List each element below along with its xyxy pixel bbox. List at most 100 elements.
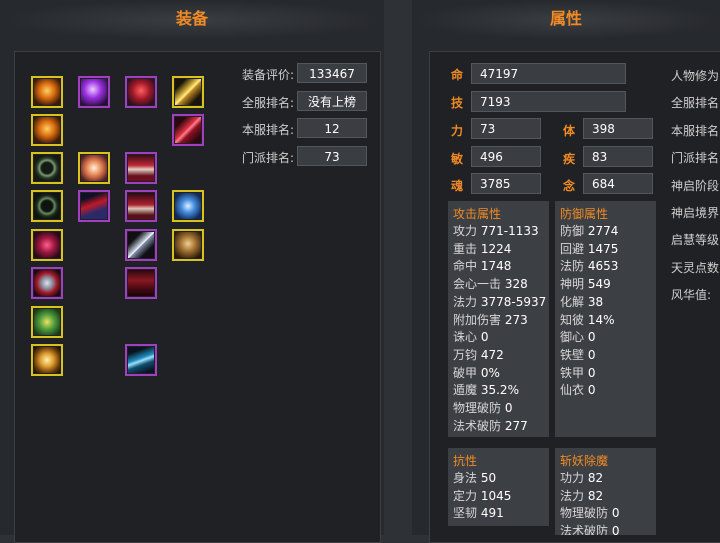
equipment-slot[interactable] xyxy=(31,114,63,146)
stat-value: 491 xyxy=(480,506,504,521)
stat-value: 0 xyxy=(587,330,596,345)
stat-value: 14% xyxy=(587,312,615,327)
defense-stats-block: 防御属性 防御 2774 回避 1475 法防 4653 神明 549 化解 38 知彼 … xyxy=(555,201,656,437)
equipment-slot[interactable] xyxy=(125,76,157,108)
stat-row: 防御 2774 xyxy=(560,222,618,239)
stat-row: 神明 549 xyxy=(560,275,611,292)
equipment-slot[interactable] xyxy=(31,190,63,222)
equipment-slot[interactable] xyxy=(172,190,204,222)
stat-key: 仙衣 xyxy=(560,383,585,398)
equipment-slot[interactable] xyxy=(125,229,157,261)
dagger-ring-icon xyxy=(34,270,60,296)
stat-row: 法力 82 xyxy=(560,487,603,504)
stat-key: 功力 xyxy=(560,471,585,485)
rating-label: 装备评价: xyxy=(241,68,294,82)
equipment-slot[interactable] xyxy=(31,76,63,108)
stat-value: 1748 xyxy=(480,259,512,274)
stat-row: 定力 1045 xyxy=(453,487,511,504)
stat-row: 攻力 771-1133 xyxy=(453,222,539,239)
equipment-slot[interactable] xyxy=(172,76,204,108)
stat-key: 会心一击 xyxy=(453,277,502,292)
butterfly-wing-icon xyxy=(81,155,107,181)
stat-value: 4653 xyxy=(587,259,619,274)
resist-stats-title: 抗性 xyxy=(453,454,478,468)
red-gauntlet-icon xyxy=(128,193,154,219)
stat-key: 附加伤害 xyxy=(453,312,502,327)
stat-row: 万钧 472 xyxy=(453,346,504,363)
server-rank-local-value: 12 xyxy=(297,118,367,138)
stat-row: 仙衣 0 xyxy=(560,381,595,398)
red-helm-icon xyxy=(128,79,154,105)
stat-key: 法术破防 xyxy=(453,418,502,433)
stat-row: 命中 1748 xyxy=(453,257,511,274)
equipment-slot[interactable] xyxy=(125,152,157,184)
attr-value-soul: 3785 xyxy=(471,173,541,194)
equipment-slot[interactable] xyxy=(125,344,157,376)
stat-key: 御心 xyxy=(560,330,585,345)
server-rank-local-label: 本服排名: xyxy=(241,123,294,137)
attr-key-body: 体 xyxy=(563,124,576,138)
stat-value: 0 xyxy=(480,330,489,345)
stat-row: 遁魔 35.2% xyxy=(453,381,519,398)
stat-value: 38 xyxy=(587,294,604,309)
stat-value: 82 xyxy=(587,471,604,485)
stat-key: 破甲 xyxy=(453,365,478,380)
stat-key: 攻力 xyxy=(453,224,478,238)
stat-row: 功力 82 xyxy=(560,469,603,486)
equipment-slot[interactable] xyxy=(78,152,110,184)
equipment-slot[interactable] xyxy=(31,152,63,184)
defense-stats-title: 防御属性 xyxy=(560,207,609,221)
stat-value: 273 xyxy=(504,312,528,327)
demon-stats-title: 斩妖除魔 xyxy=(560,454,609,468)
attr-key-mind: 念 xyxy=(563,179,576,193)
equipment-slot[interactable] xyxy=(78,190,110,222)
cultivation-label: 人物修为 xyxy=(671,69,720,83)
stat-row: 物理破防 0 xyxy=(453,399,512,416)
stat-row: 破甲 0% xyxy=(453,364,500,381)
equipment-slot[interactable] xyxy=(31,306,63,338)
golden-swirl-icon xyxy=(34,347,60,373)
golden-sword-icon xyxy=(175,79,201,105)
stat-key: 神明 xyxy=(560,277,585,292)
stat-value: 472 xyxy=(480,347,504,362)
stat-key: 身法 xyxy=(453,471,478,485)
rating-value: 133467 xyxy=(297,63,367,83)
red-pants-icon xyxy=(128,270,154,296)
stat-key: 坚韧 xyxy=(453,506,478,521)
stat-row: 铁甲 0 xyxy=(560,364,595,381)
ruby-ring-icon xyxy=(34,232,60,258)
stat-key: 物理破防 xyxy=(560,506,609,521)
equipment-slot[interactable] xyxy=(172,229,204,261)
stat-key: 法防 xyxy=(560,259,585,274)
stat-value: 35.2% xyxy=(480,383,519,398)
stat-key: 重击 xyxy=(453,241,478,256)
red-chest-icon xyxy=(81,193,107,219)
green-bracelet-icon xyxy=(34,155,60,181)
attr-key-strength: 力 xyxy=(451,124,464,138)
attributes-title: 属性 xyxy=(549,9,582,28)
stat-value: 1475 xyxy=(587,241,619,256)
spirit-points-label: 天灵点数 xyxy=(671,261,720,275)
stat-row: 法术破防 0 xyxy=(560,522,619,535)
divine-stage-label: 神启阶段 xyxy=(671,179,720,193)
stat-key: 诛心 xyxy=(453,330,478,345)
equipment-slot[interactable] xyxy=(31,344,63,376)
equipment-slot[interactable] xyxy=(125,267,157,299)
equipment-slot[interactable] xyxy=(125,190,157,222)
demon-stats-block: 斩妖除魔 功力 82 法力 82 物理破防 0 法术破防 0 xyxy=(555,448,656,535)
stat-key: 铁甲 xyxy=(560,365,585,380)
attr-key-life: 命 xyxy=(451,68,464,82)
side-server-rank-all-label: 全服排名 xyxy=(671,96,720,110)
stat-value: 50 xyxy=(480,471,497,485)
sect-rank-label: 门派排名: xyxy=(241,151,294,165)
stat-value: 0 xyxy=(504,401,513,415)
side-server-rank-local-label: 本服排名 xyxy=(671,124,720,138)
equipment-slot[interactable] xyxy=(31,229,63,261)
equipment-slot[interactable] xyxy=(78,76,110,108)
attr-key-soul: 魂 xyxy=(451,179,464,193)
stat-row: 物理破防 0 xyxy=(560,504,619,521)
equipment-slot[interactable] xyxy=(31,267,63,299)
equipment-slot[interactable] xyxy=(172,114,204,146)
stat-key: 铁壁 xyxy=(560,347,585,362)
side-sect-rank-label: 门派排名 xyxy=(671,151,720,165)
